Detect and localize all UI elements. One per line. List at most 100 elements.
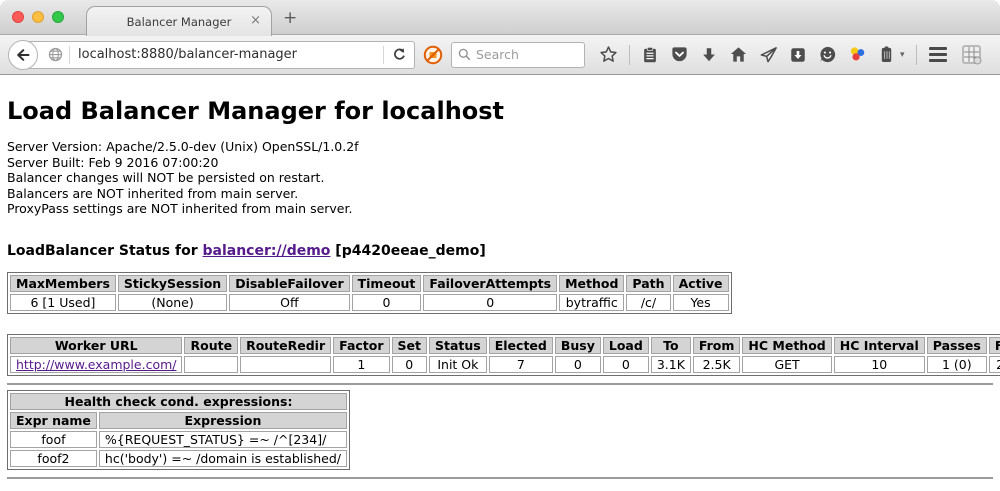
container-button[interactable] (878, 45, 895, 64)
search-icon (458, 48, 471, 61)
cell-busy: 0 (555, 356, 601, 373)
tab-balancer-manager[interactable]: Balancer Manager × (86, 6, 272, 36)
table-row: 6 [1 Used] (None) Off 0 0 bytraffic /c/ … (10, 294, 729, 311)
blocked-plugin-button[interactable] (423, 45, 443, 65)
cell-fails: 2 (0) (989, 356, 1000, 373)
cell-factor: 1 (333, 356, 389, 373)
close-window-button[interactable] (12, 11, 24, 23)
col-method: Method (559, 275, 624, 292)
worker-url-link[interactable]: http://www.example.com/ (16, 357, 176, 372)
new-tab-button[interactable]: + (283, 8, 297, 28)
server-built-line: Server Built: Feb 9 2016 07:00:20 (7, 155, 993, 171)
col-status: Status (429, 337, 487, 354)
container-icon (878, 45, 895, 64)
cell-stickysession: (None) (118, 294, 227, 311)
col-to: To (651, 337, 691, 354)
bookmark-star-icon (599, 45, 618, 64)
cell-load: 0 (603, 356, 649, 373)
col-timeout: Timeout (352, 275, 422, 292)
server-info: Server Version: Apache/2.5.0-dev (Unix) … (7, 139, 993, 217)
downloads-icon (700, 46, 718, 64)
col-hc-method: HC Method (742, 337, 831, 354)
page-title: Load Balancer Manager for localhost (7, 97, 993, 125)
cell-disablefailover: Off (229, 294, 349, 311)
table-header-row: MaxMembers StickySession DisableFailover… (10, 275, 729, 292)
pocket-button[interactable] (670, 45, 689, 64)
col-maxmembers: MaxMembers (10, 275, 116, 292)
status-heading-prefix: LoadBalancer Status for (7, 243, 203, 259)
back-icon (15, 47, 31, 63)
search-bar[interactable]: Search (451, 42, 585, 68)
globe-icon (48, 47, 63, 62)
navigation-toolbar: localhost:8880/balancer-manager (0, 35, 1000, 75)
proxypass-notice-line: ProxyPass settings are NOT inherited fro… (7, 201, 993, 217)
dropdown-caret-icon[interactable]: ▾ (900, 50, 905, 60)
cell-failoverattempts: 0 (423, 294, 557, 311)
worker-table: Worker URL Route RouteRedir Factor Set S… (7, 334, 1000, 376)
balancer-demo-link[interactable]: balancer://demo (203, 243, 331, 259)
col-passes: Passes (927, 337, 987, 354)
zoom-window-button[interactable] (52, 11, 64, 23)
cell-elected: 7 (489, 356, 553, 373)
cell-worker-url: http://www.example.com/ (10, 356, 182, 373)
colored-dots-addon-icon (848, 45, 867, 64)
back-button[interactable] (8, 40, 38, 70)
addon-download-button[interactable] (789, 46, 807, 64)
feedback-smiley-button[interactable] (818, 45, 837, 64)
col-expr-name: Expr name (10, 412, 97, 429)
cell-from: 2.5K (693, 356, 741, 373)
status-heading-suffix: [p4420eeae_demo] (330, 243, 485, 259)
grid-badge-button[interactable] (961, 44, 983, 66)
cell-hc-interval: 10 (834, 356, 925, 373)
send-icon (759, 45, 778, 64)
tab-bar: Balancer Manager × + (0, 0, 1000, 35)
colored-dots-addon-button[interactable] (848, 45, 867, 64)
col-routeredir: RouteRedir (240, 337, 331, 354)
cell-expr-name: foof2 (10, 450, 97, 467)
home-icon (729, 45, 748, 64)
tab-close-icon[interactable]: × (250, 14, 261, 28)
home-button[interactable] (729, 45, 748, 64)
reload-icon (392, 47, 407, 62)
minimize-window-button[interactable] (32, 11, 44, 23)
clipboard-icon (641, 46, 659, 64)
server-version-line: Server Version: Apache/2.5.0-dev (Unix) … (7, 139, 993, 155)
bookmarks-menu-button[interactable] (641, 46, 659, 64)
pocket-icon (670, 45, 689, 64)
section-divider (7, 383, 993, 385)
send-button[interactable] (759, 45, 778, 64)
cell-path: /c/ (626, 294, 670, 311)
cell-method: bytraffic (559, 294, 624, 311)
loadbalancer-status-heading: LoadBalancer Status for balancer://demo … (7, 243, 993, 259)
cell-passes: 1 (0) (927, 356, 987, 373)
url-bar[interactable]: localhost:8880/balancer-manager (23, 41, 415, 69)
cell-set: 0 (392, 356, 427, 373)
menu-icon (929, 47, 947, 50)
col-hc-interval: HC Interval (834, 337, 925, 354)
browser-window: Balancer Manager × + localhost:8880/bala… (0, 0, 1000, 491)
health-check-table: Health check cond. expressions: Expr nam… (7, 390, 350, 470)
blocked-plugin-icon (423, 45, 443, 65)
cell-to: 3.1K (651, 356, 691, 373)
table-title-row: Health check cond. expressions: (10, 393, 347, 410)
grid-badge-icon (961, 44, 983, 66)
col-active: Active (673, 275, 729, 292)
col-elected: Elected (489, 337, 553, 354)
cell-active: Yes (673, 294, 729, 311)
col-expression: Expression (99, 412, 347, 429)
col-fails: Fails (989, 337, 1000, 354)
col-worker-url: Worker URL (10, 337, 182, 354)
health-table-title: Health check cond. expressions: (10, 393, 347, 410)
bookmark-star-button[interactable] (599, 45, 618, 64)
addon-download-icon (789, 46, 807, 64)
downloads-button[interactable] (700, 46, 718, 64)
window-controls (12, 11, 64, 23)
search-placeholder: Search (476, 47, 519, 62)
url-text[interactable]: localhost:8880/balancer-manager (78, 47, 383, 62)
cell-expression: hc('body') =~ /domain is established/ (99, 450, 347, 467)
cell-expr-name: foof (10, 431, 97, 448)
bottom-divider (7, 477, 993, 479)
menu-button[interactable] (929, 47, 947, 62)
reload-button[interactable] (384, 47, 414, 62)
col-failoverattempts: FailoverAttempts (423, 275, 557, 292)
